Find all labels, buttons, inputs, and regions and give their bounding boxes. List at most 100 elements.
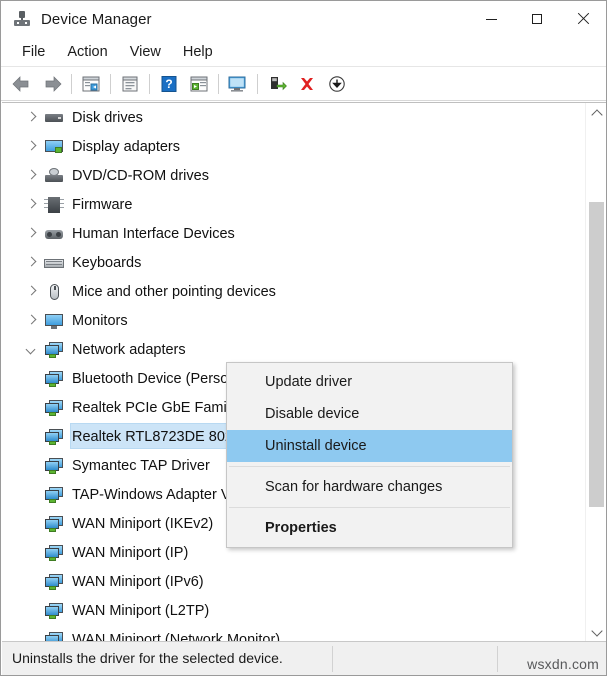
window-controls [468,1,606,37]
menu-view[interactable]: View [119,41,172,63]
help-icon[interactable]: ? [154,70,184,98]
network-adapter-icon [44,341,64,359]
tree-item[interactable]: Mice and other pointing devices [2,277,585,306]
chevron-right-icon[interactable] [24,110,40,126]
context-menu: Update driver Disable device Uninstall d… [226,362,513,548]
title-bar: Device Manager [1,1,606,37]
download-icon[interactable] [322,70,352,98]
tree-item[interactable]: WAN Miniport (Network Monitor) [2,625,585,642]
chevron-right-icon[interactable] [24,226,40,242]
menu-action[interactable]: Action [56,41,118,63]
vertical-scrollbar[interactable] [585,103,606,642]
network-adapter-icon [44,428,64,446]
tree-item[interactable]: Firmware [2,190,585,219]
forward-arrow-icon[interactable] [37,70,67,98]
tree-item-label: Human Interface Devices [72,225,235,242]
toolbar-separator [218,73,219,94]
watermark: wsxdn.com [527,656,599,672]
minimize-button[interactable] [468,1,514,37]
toolbar-separator [71,73,72,94]
human-interface-device-icon [44,225,64,243]
toolbar-separator [257,73,258,94]
uninstall-device-icon[interactable] [292,70,322,98]
toolbar-separator [149,73,150,94]
context-menu-item-properties[interactable]: Properties [227,512,512,544]
context-menu-item-update-driver[interactable]: Update driver [227,366,512,398]
tree-item-label: Symantec TAP Driver [72,457,210,474]
toolbar-separator [110,73,111,94]
context-menu-item-disable-device[interactable]: Disable device [227,398,512,430]
window-title: Device Manager [41,10,152,28]
chevron-down-icon[interactable] [24,342,40,358]
tree-item[interactable]: Network adapters [2,335,585,364]
chevron-right-icon[interactable] [24,139,40,155]
tree-item-label: WAN Miniport (L2TP) [72,602,210,619]
tree-item-label: Mice and other pointing devices [72,283,276,300]
status-text: Uninstalls the driver for the selected d… [12,650,283,666]
minimize-icon [485,18,497,20]
tree-item[interactable]: Disk drives [2,103,585,132]
properties-icon[interactable] [115,70,145,98]
chevron-right-icon[interactable] [24,197,40,213]
chevron-right-icon[interactable] [24,313,40,329]
tree-item-label: WAN Miniport (IPv6) [72,573,204,590]
chevron-right-icon[interactable] [24,284,40,300]
scrollbar-thumb[interactable] [589,202,604,507]
context-menu-separator [229,507,510,508]
tree-item[interactable]: Monitors [2,306,585,335]
tree-item-label: Display adapters [72,138,180,155]
menu-file[interactable]: File [11,41,56,63]
firmware-chip-icon [44,196,64,214]
keyboard-icon [44,254,64,272]
show-hide-console-tree-icon[interactable] [76,70,106,98]
context-menu-separator [229,466,510,467]
tree-item[interactable]: Display adapters [2,132,585,161]
tree-item[interactable]: WAN Miniport (L2TP) [2,596,585,625]
status-bar: Uninstalls the driver for the selected d… [2,641,606,675]
maximize-button[interactable] [514,1,560,37]
mouse-icon [44,283,64,301]
chevron-up-icon [590,108,603,121]
close-icon [577,13,589,25]
tree-item[interactable]: DVD/CD-ROM drives [2,161,585,190]
tree-item-label: Disk drives [72,109,143,126]
back-arrow-icon[interactable] [7,70,37,98]
network-adapter-icon [44,457,64,475]
enable-device-icon[interactable] [262,70,292,98]
context-menu-item-uninstall-device[interactable]: Uninstall device [227,430,512,462]
tree-item[interactable]: Keyboards [2,248,585,277]
maximize-icon [532,14,542,24]
scroll-up-button[interactable] [586,103,606,123]
menu-bar: File Action View Help [1,37,606,67]
tree-item[interactable]: WAN Miniport (IPv6) [2,567,585,596]
tree-item-label: DVD/CD-ROM drives [72,167,209,184]
disk-drive-icon [44,109,64,127]
tree-item[interactable]: Human Interface Devices [2,219,585,248]
chevron-right-icon[interactable] [24,255,40,271]
network-adapter-icon [44,515,64,533]
monitor-icon [44,312,64,330]
network-adapter-icon [44,399,64,417]
context-menu-item-scan-for-hardware-changes[interactable]: Scan for hardware changes [227,471,512,503]
close-button[interactable] [560,1,606,37]
display-adapter-icon [44,138,64,156]
tree-item-label: WAN Miniport (IP) [72,544,189,561]
dvd-drive-icon [44,167,64,185]
tree-item-label: WAN Miniport (IKEv2) [72,515,214,532]
chevron-down-icon [590,624,603,637]
tree-item-label: TAP-Windows Adapter V9 [72,486,239,503]
toolbar: ? [1,67,606,101]
svg-text:?: ? [165,77,172,91]
device-manager-window: Device Manager File Action View Help ? D… [0,0,607,676]
update-driver-icon[interactable] [184,70,214,98]
network-adapter-icon [44,486,64,504]
tree-item-label: Keyboards [72,254,142,271]
scroll-down-button[interactable] [586,622,606,642]
menu-help[interactable]: Help [172,41,224,63]
chevron-right-icon[interactable] [24,168,40,184]
scan-hardware-changes-icon[interactable] [223,70,253,98]
tree-item-label: Firmware [72,196,133,213]
tree-item-label: Monitors [72,312,128,329]
network-adapter-icon [44,602,64,620]
network-adapter-icon [44,544,64,562]
